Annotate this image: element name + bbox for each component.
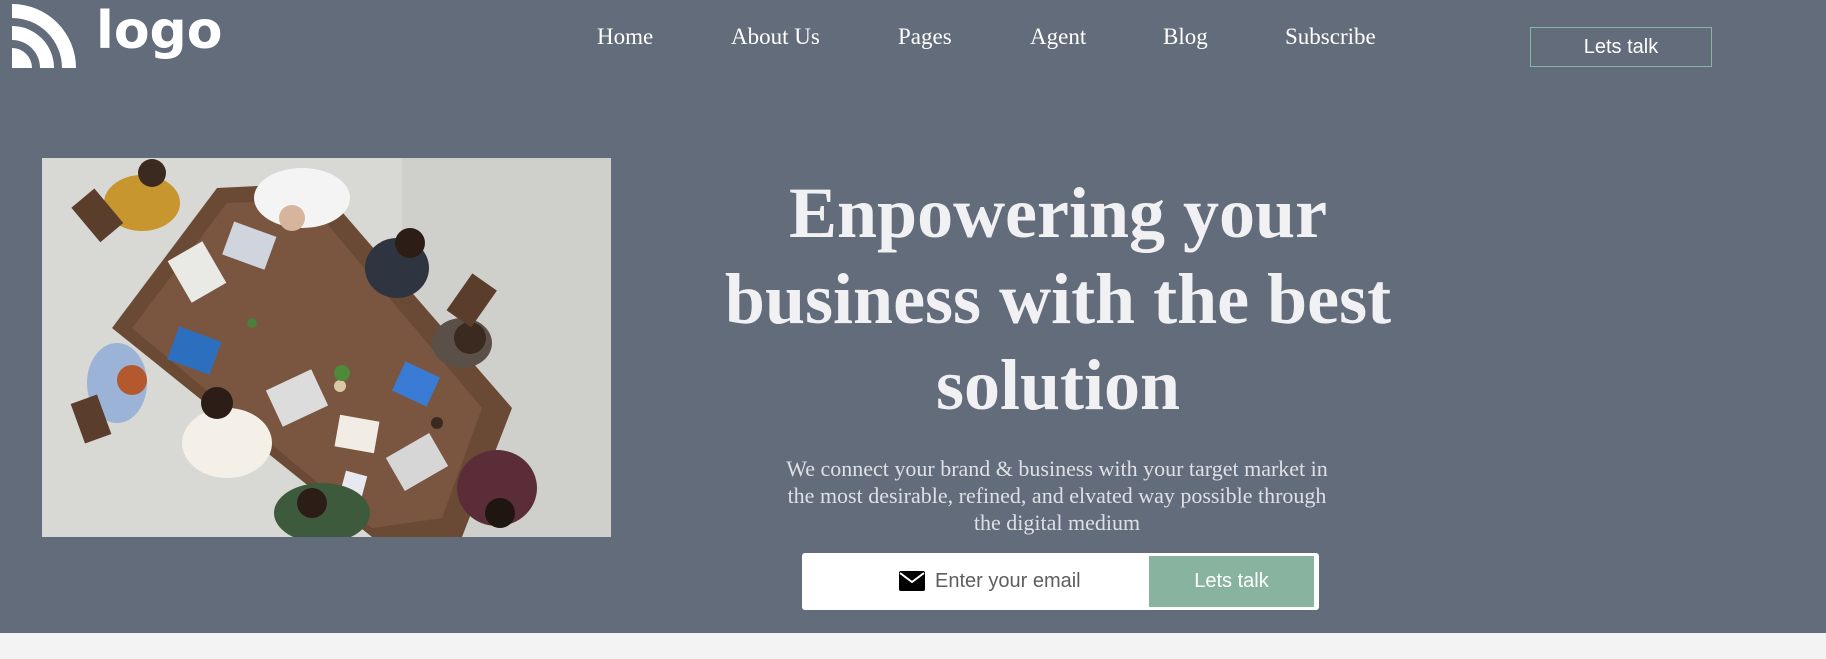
page-bottom-strip <box>0 633 1826 659</box>
site-logo[interactable]: logo <box>10 0 223 68</box>
hero-subtext: We connect your brand & business with yo… <box>786 456 1328 535</box>
nav-about-us[interactable]: About Us <box>731 24 820 50</box>
team-meeting-photo <box>42 158 611 537</box>
envelope-icon <box>899 571 925 591</box>
email-input[interactable] <box>935 561 1140 601</box>
nav-subscribe[interactable]: Subscribe <box>1285 24 1376 50</box>
hero-section: logo Home About Us Pages Agent Blog Subs… <box>0 0 1826 633</box>
logo-text: logo <box>96 1 223 61</box>
team-meeting-illustration <box>42 158 611 537</box>
signup-lets-talk-button[interactable]: Lets talk <box>1149 556 1314 607</box>
nav-blog[interactable]: Blog <box>1163 24 1208 50</box>
nav-pages[interactable]: Pages <box>898 24 952 50</box>
email-signup-form: Lets talk <box>802 553 1319 610</box>
nav-home[interactable]: Home <box>597 24 653 50</box>
hero-headline: Enpowering your business with the best s… <box>724 173 1392 425</box>
logo-arcs-icon <box>12 4 76 68</box>
header-lets-talk-button[interactable]: Lets talk <box>1530 27 1712 67</box>
nav-agent[interactable]: Agent <box>1030 24 1086 50</box>
